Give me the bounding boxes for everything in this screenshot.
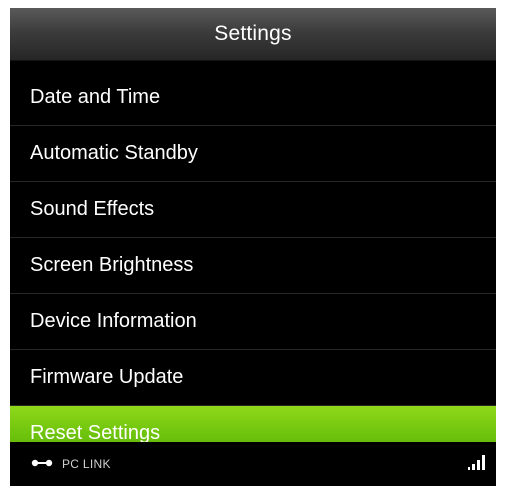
menu-item-device-information[interactable]: Device Information <box>10 294 496 350</box>
settings-header: Settings <box>10 8 496 61</box>
page-title: Settings <box>214 22 292 45</box>
status-bar: PC LINK <box>10 442 496 486</box>
menu-item-firmware-update[interactable]: Firmware Update <box>10 350 496 406</box>
menu-item-screen-brightness[interactable]: Screen Brightness <box>10 238 496 294</box>
connection-label: PC LINK <box>62 457 111 471</box>
menu-item-label: Automatic Standby <box>30 142 198 164</box>
link-icon <box>31 459 53 467</box>
menu-item-label: Screen Brightness <box>30 254 194 276</box>
menu-item-label: Date and Time <box>30 86 161 108</box>
menu-item-label: Device Information <box>30 310 197 332</box>
menu-item-automatic-standby[interactable]: Automatic Standby <box>10 126 496 182</box>
device-screen: Settings Date and Time Automatic Standby… <box>10 8 496 486</box>
signal-icon <box>468 455 485 470</box>
menu-item-label: Sound Effects <box>30 198 155 220</box>
menu-item-date-and-time[interactable]: Date and Time <box>10 70 496 126</box>
menu-item-label: Firmware Update <box>30 366 184 388</box>
menu-item-sound-effects[interactable]: Sound Effects <box>10 182 496 238</box>
settings-menu: Date and Time Automatic Standby Sound Ef… <box>10 70 496 462</box>
